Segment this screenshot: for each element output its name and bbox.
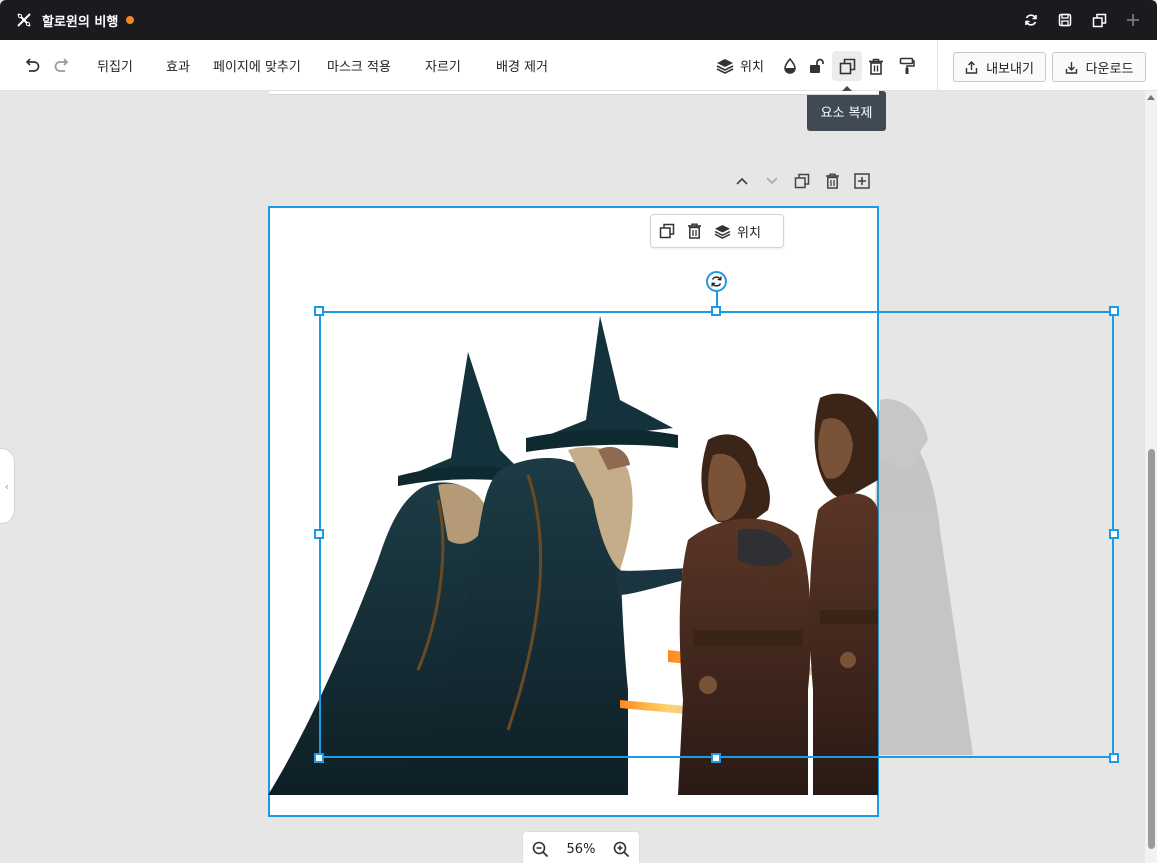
scroll-up-arrow-icon[interactable] [1147,95,1155,100]
chevron-left-icon: ‹ [4,479,10,493]
rotate-handle[interactable] [706,271,727,292]
document-title[interactable]: 할로윈의 비행 [42,11,118,30]
scrollbar-thumb[interactable] [1148,449,1155,849]
resize-handle-bottom[interactable] [711,753,721,763]
zoom-level[interactable]: 56% [567,842,596,857]
remove-background-button[interactable]: 배경 제거 [496,40,548,91]
resize-handle-bottom-right[interactable] [1109,753,1119,763]
move-page-down-icon[interactable] [763,172,781,190]
element-floating-toolbar: 위치 [650,214,784,248]
apply-mask-button[interactable]: 마스크 적용 [327,40,391,91]
duplicate-element-tooltip: 요소 복제 [807,86,886,131]
sync-icon[interactable] [1023,12,1039,28]
duplicate-window-icon[interactable] [1091,12,1107,28]
redo-icon[interactable] [50,54,74,78]
move-page-up-icon[interactable] [733,172,751,190]
position-label: 위치 [737,225,761,241]
resize-handle-top-right[interactable] [1109,306,1119,316]
title-bar: 할로윈의 비행 [0,0,1157,40]
zoom-out-icon[interactable] [532,841,549,858]
toolbar-divider [937,40,938,91]
duplicate-element-icon[interactable] [832,51,862,81]
expand-sidebar-tab[interactable]: ‹ [0,448,15,524]
unsaved-indicator [126,16,135,24]
share-icon [965,60,978,74]
delete-element-icon[interactable] [687,223,702,239]
position-label: 위치 [740,60,764,75]
paint-roller-icon[interactable] [895,54,919,78]
flip-button[interactable]: 뒤집기 [97,40,133,91]
add-page-icon[interactable] [853,172,871,190]
undo-icon[interactable] [20,54,44,78]
export-button[interactable]: 내보내기 [953,52,1046,82]
resize-handle-right[interactable] [1109,529,1119,539]
layers-icon [714,224,731,239]
position-button[interactable]: 위치 [716,40,764,91]
resize-handle-top[interactable] [711,306,721,316]
app-logo-icon [16,12,32,28]
vertical-scrollbar[interactable] [1145,91,1157,863]
save-icon[interactable] [1057,12,1073,28]
page-tools [733,172,871,190]
previous-page-edge[interactable] [269,91,879,95]
zoom-control: 56% [522,831,640,863]
effects-button[interactable]: 효과 [166,40,190,91]
resize-handle-top-left[interactable] [314,306,324,316]
wizard-warriors-image[interactable] [268,310,978,800]
crop-button[interactable]: 자르기 [425,40,461,91]
fit-to-page-button[interactable]: 페이지에 맞추기 [213,40,301,91]
opacity-icon[interactable] [778,54,802,78]
resize-handle-left[interactable] [314,529,324,539]
download-button[interactable]: 다운로드 [1052,52,1146,82]
duplicate-element-icon[interactable] [659,223,675,239]
duplicate-page-icon[interactable] [793,172,811,190]
download-icon [1065,61,1078,74]
position-button[interactable]: 위치 [714,222,761,241]
layers-icon [716,58,734,74]
unlock-icon[interactable] [805,54,829,78]
resize-handle-bottom-left[interactable] [314,753,324,763]
editor-toolbar: 뒤집기 효과 페이지에 맞추기 마스크 적용 자르기 배경 제거 위치 내보내기… [0,40,1157,91]
download-label: 다운로드 [1085,61,1134,77]
zoom-in-icon[interactable] [613,841,630,858]
plus-icon[interactable] [1125,12,1141,28]
delete-page-icon[interactable] [823,172,841,190]
delete-icon[interactable] [864,54,888,78]
export-label: 내보내기 [986,61,1034,77]
